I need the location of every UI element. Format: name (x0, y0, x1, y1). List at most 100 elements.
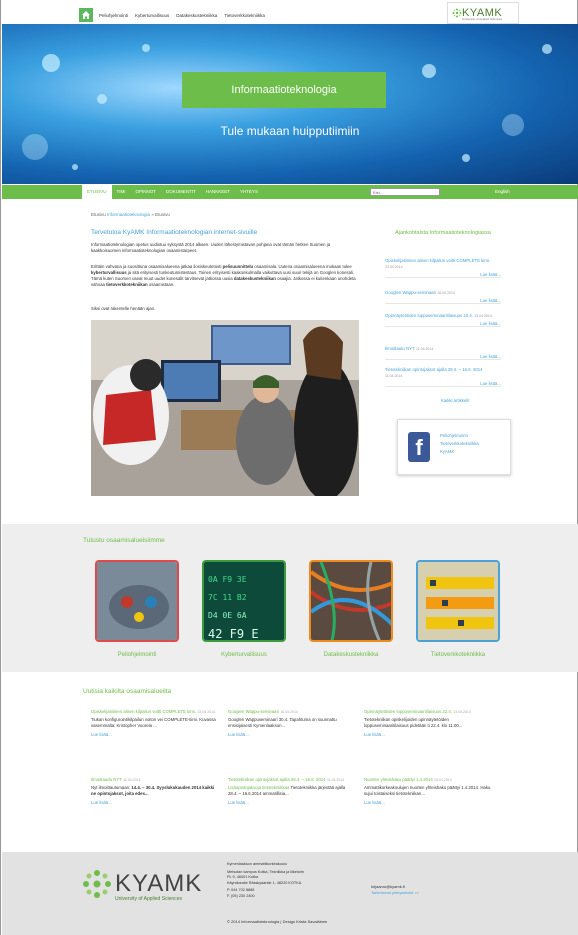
read-more-link[interactable]: Lue lisää... (364, 732, 492, 737)
sidebar-news-item[interactable]: Opinnäytetöiden loppuseminaaritilaisuus … (385, 313, 501, 327)
sidebar-news-title[interactable]: Opinnäytetöiden loppuseminaaritilaisuus … (385, 313, 473, 318)
news-date: 23.04.2014 (197, 710, 215, 714)
footer-logo[interactable]: KYAMK University of Applied Sciences (81, 868, 201, 902)
read-more-link[interactable]: Lue lisää... (228, 732, 356, 737)
hero-banner: Informaatioteknologia Tule mukaan huippu… (2, 24, 578, 184)
nav-item-dokumentit[interactable]: DOKUMENTIT (161, 185, 201, 199)
news-date: 13.04.2014 (453, 710, 471, 714)
news-body: Lisäopintojaksoja tietotekniikkaa Tietot… (228, 785, 356, 796)
read-more-link[interactable]: Lue lisää... (228, 800, 356, 805)
competences-heading: Tutustu osaamisalueisiimme (83, 537, 165, 544)
text: osaamisala. Uutena osaamisalueena mukaan… (253, 264, 352, 269)
nav-item-etusivu[interactable]: ETUSIVU (82, 185, 112, 199)
top-nav: Peliohjelmointi Kyberturvallisuus Datake… (99, 13, 265, 18)
hero-title: Informaatioteknologia (182, 72, 386, 108)
sidebar-news-item[interactable]: Tietotekniikan opintojaksot ajalla 28.4.… (385, 367, 501, 387)
sidebar-news-title[interactable]: Opiskelijatiimien alisen kilpailun voitt… (385, 258, 490, 263)
topnav-item-datakeskustekniikka[interactable]: Datakeskustekniikka (176, 13, 217, 18)
news-date: 11.04.2014 (123, 778, 141, 782)
breadcrumb-section[interactable]: Informaatioteknologia (107, 212, 150, 217)
sidebar-news-title[interactable]: Tietotekniikan opintojaksot ajalla 28.4.… (385, 367, 483, 372)
intro-paragraph-3: Siksi ovat rakentelle henään ajan. (91, 306, 156, 311)
sidebar-news-item[interactable]: Opiskelijatiimien alisen kilpailun voitt… (385, 258, 501, 278)
read-more-link[interactable]: Lue lisää... (91, 800, 219, 805)
footer-logo-subtitle: University of Applied Sciences (115, 896, 182, 902)
footer-address: Kymenlaakson ammattikorkeakoulu Metsolan… (227, 862, 347, 899)
nav-item-opinnot[interactable]: OPINNOT (131, 185, 162, 199)
tile-datakeskustekniikka[interactable] (309, 560, 393, 642)
tile-label-peliohjelmointi[interactable]: Peliohjelmointi (95, 652, 179, 658)
read-more-link[interactable]: Lue lisää... (385, 272, 501, 277)
svg-text:7C 11 B2: 7C 11 B2 (208, 593, 247, 602)
nav-item-yhteys[interactable]: YHTEYS (235, 185, 263, 199)
footer-org: Kymenlaakson ammattikorkeakoulu (227, 862, 287, 866)
language-link[interactable]: English (495, 185, 510, 199)
search-input[interactable]: Etsi... (370, 188, 440, 196)
news-title[interactable]: Ilmoittaudu NYT (91, 777, 122, 782)
news-body: Tiukan konfigurointikilpailun voiton vei… (91, 717, 216, 728)
students-photo (91, 320, 359, 496)
kyamk-logo-subtitle: University of Applied Sciences (462, 17, 503, 21)
news-title[interactable]: Googlen Wappu-seminaari (228, 709, 279, 714)
text-strong: datakeskustekniikan (233, 276, 276, 281)
news-title[interactable]: Opiskelijatiimien alisen kilpailun voitt… (91, 709, 196, 714)
breadcrumb-separator: » (151, 212, 154, 217)
kyamk-logo[interactable]: KYAMK University of Applied Sciences (447, 2, 519, 24)
footer-logo-word: KYAMK (115, 870, 203, 897)
news-item: Ilmoittaudu NYT 11.04.2014 Nyt ilmoittau… (91, 777, 219, 805)
tile-label-datakeskustekniikka[interactable]: Datakeskustekniikka (309, 652, 393, 658)
all-articles-link[interactable]: Kaikki artikkelit (441, 398, 469, 403)
page: Peliohjelmointi Kyberturvallisuus Datake… (0, 0, 578, 935)
read-more-link[interactable]: Lue lisää... (385, 354, 501, 359)
fb-link-tietoverkkotekniikka[interactable]: Tietoverkkotekniikka (440, 440, 479, 448)
news-item: Opinnäytetöiden loppuseminaaritilaisuus … (364, 709, 492, 737)
read-more-link[interactable]: Lue lisää... (364, 800, 492, 805)
text: Nyt ilmoittautumaan: (91, 785, 132, 790)
news-item: Tietotekniikan opintojaksot ajalla 28.4.… (228, 777, 356, 805)
tile-label-kyberturvallisuus[interactable]: Kyberturvallisuus (202, 652, 286, 658)
sidebar-news-title[interactable]: Ilmoittautu NYT (385, 346, 415, 351)
read-more-link[interactable]: Lue lisää... (385, 381, 501, 386)
tile-kyberturvallisuus[interactable]: 0A F9 3E 7C 11 B2 D4 0E 6A 42 F9 E (202, 560, 286, 642)
news-title[interactable]: Tietotekniikan opintojaksot ajalla 28.4.… (228, 777, 326, 782)
footer-addr3: Käyntiosoite Rässkyaantie 1, 48220 KOTKA (227, 880, 302, 885)
tile-label-tietoverkkotekniikka[interactable]: Tietoverkkotekniikka (416, 652, 500, 658)
news-date: 03.04.2014 (434, 778, 452, 782)
footer-fax: F. (05) 230 2400 (227, 893, 255, 898)
news-title[interactable]: Nuorten yhteishaku päättyi 1.4.2014 (364, 777, 433, 782)
tile-tietoverkkotekniikka[interactable] (416, 560, 500, 642)
svg-text:0A F9 3E: 0A F9 3E (208, 575, 247, 584)
topnav-item-kyberturvallisuus[interactable]: Kyberturvallisuus (135, 13, 169, 18)
read-more-link[interactable]: Lue lisää... (385, 321, 501, 326)
facebook-icon[interactable]: f (404, 428, 434, 466)
news-body: Ammattikorkeakoulujen nuorten yhteishaku… (364, 785, 491, 796)
read-more-link[interactable]: Lue lisää... (91, 732, 219, 737)
footer-contact-link[interactable]: Tarkemmat yhteystiedot >> (371, 890, 419, 895)
sidebar-heading: Ajankohtaista Informaatioteknologiassa (395, 230, 491, 236)
news-heading: Uutisia kaikilta osaamisalueilta (83, 688, 172, 695)
nav-item-timi[interactable]: TIMI (112, 185, 131, 199)
read-more-link[interactable]: Lue lisää... (385, 298, 501, 303)
breadcrumb-home[interactable]: Etusivu (91, 212, 106, 217)
hero-subtitle: Tule mukaan huipputiimiin (220, 124, 360, 138)
sidebar-news-item[interactable]: Googlen Wappu-seminaari 16.04.2014 Lue l… (385, 290, 501, 304)
fb-link-kyamk[interactable]: KyAMK (440, 448, 479, 456)
sidebar-news-date: 16.04.2014 (437, 291, 455, 295)
news-body: Nyt ilmoittautumaan: 14.4. – 30.4. Syysl… (91, 785, 219, 796)
news-title[interactable]: Opinnäytetöiden loppuseminaaritilaisuus … (364, 709, 452, 714)
breadcrumb: Etusivu Informaatioteknologia » Etusivu (91, 212, 170, 217)
nav-item-hankkeet[interactable]: HANKKEET (201, 185, 235, 199)
topnav-item-peliohjelmointi[interactable]: Peliohjelmointi (99, 13, 128, 18)
home-button[interactable] (79, 8, 93, 22)
text-link[interactable]: Lisäopintojaksoja tietotekniikkaa (228, 785, 289, 790)
fb-link-peliohjelmointi[interactable]: Peliohjelmointi (440, 432, 479, 440)
tile-peliohjelmointi[interactable] (95, 560, 179, 642)
svg-text:42 F9 E: 42 F9 E (208, 627, 259, 641)
sidebar-news-title[interactable]: Googlen Wappu-seminaari (385, 290, 436, 295)
sidebar-news-item[interactable]: Ilmoittautu NYT 11.04.2014 Lue lisää... (385, 346, 501, 360)
footer-logo-icon (83, 870, 111, 898)
intro-paragraph-1: Informaatioteknologian opetus uudistuu s… (91, 242, 331, 253)
topnav-item-tietoverkkotekniikka[interactable]: Tietoverkkotekniikka (224, 13, 265, 18)
footer-contact: kirjaamo@kyamk.fi Tarkemmat yhteystiedot… (371, 884, 419, 895)
intro-paragraph-2: Erittäin vahvana ja suosittuna osaamisal… (91, 264, 359, 288)
